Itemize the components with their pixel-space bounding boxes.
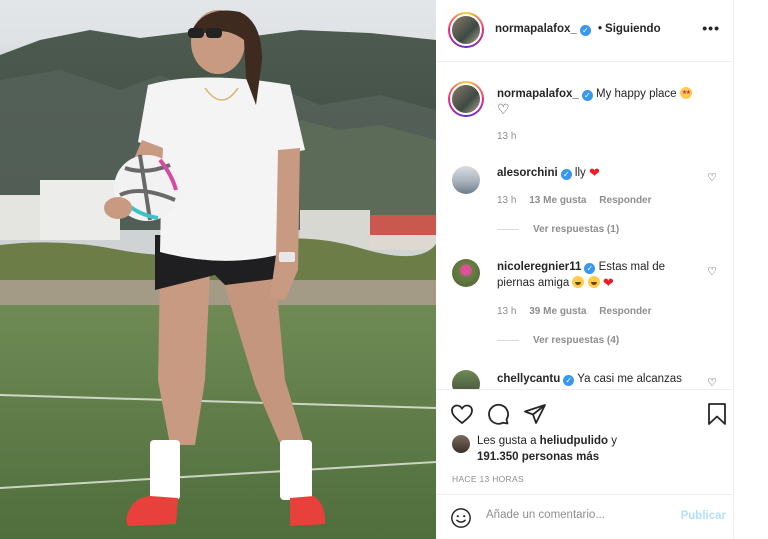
- comment-body: alesorchini ✓ lly ❤: [497, 165, 697, 181]
- verified-badge-icon: ✓: [581, 90, 593, 101]
- caption-time: 13 h: [497, 131, 517, 142]
- verified-badge-icon: ✓: [560, 169, 572, 180]
- comment-text: Ya casi me alcanzas: [577, 373, 682, 385]
- comment-meta: 13 h 13 Me gusta Responder: [497, 195, 662, 206]
- reply-button[interactable]: Responder: [599, 306, 651, 317]
- likes-count[interactable]: 191.350 personas más: [477, 451, 599, 463]
- caption-meta: 13 h: [497, 131, 526, 142]
- reply-button[interactable]: Responder: [599, 195, 651, 206]
- post-photo[interactable]: [0, 0, 436, 539]
- view-replies[interactable]: Ver respuestas (4): [497, 335, 619, 346]
- replies-divider: [497, 339, 519, 341]
- comment-time: 13 h: [497, 195, 517, 206]
- comment-meta: 13 h 39 Me gusta Responder: [497, 306, 662, 317]
- author-avatar[interactable]: [448, 12, 484, 48]
- comment-bubble-icon[interactable]: [486, 402, 510, 426]
- like-comment-heart-icon[interactable]: ♡: [707, 376, 717, 389]
- likes-connector: y: [611, 435, 617, 447]
- view-replies-label[interactable]: Ver respuestas (4): [533, 335, 619, 346]
- page-margin: [734, 0, 768, 539]
- comment-likes[interactable]: 13 Me gusta: [529, 195, 586, 206]
- post-header: normapalafox_ ✓ • Siguiendo •••: [436, 0, 734, 62]
- caption-username[interactable]: normapalafox_: [497, 88, 579, 100]
- follow-status[interactable]: • Siguiendo: [598, 23, 661, 35]
- post-actions: Les gusta a heliudpulido y 191.350 perso…: [436, 389, 734, 493]
- verified-badge-icon: ✓: [584, 263, 596, 274]
- add-comment-bar: Publicar: [436, 494, 734, 539]
- like-heart-icon[interactable]: [450, 402, 474, 426]
- white-heart-emoji-icon: ♡: [497, 101, 510, 117]
- commenter-avatar[interactable]: [452, 370, 480, 389]
- likes-prefix: Les gusta a: [477, 435, 537, 447]
- verified-badge-icon: ✓: [579, 25, 591, 36]
- caption-text: My happy place: [596, 88, 677, 100]
- laughing-emoji-icon: [572, 276, 585, 288]
- comment-username[interactable]: chellycantu: [497, 373, 560, 385]
- caption-author-avatar[interactable]: [448, 81, 484, 117]
- like-comment-heart-icon[interactable]: ♡: [707, 171, 717, 184]
- publish-button[interactable]: Publicar: [681, 510, 726, 522]
- comment-text: lly: [574, 167, 586, 179]
- caption: normapalafox_✓ My happy place ♡: [497, 86, 717, 119]
- more-options-icon[interactable]: •••: [702, 20, 720, 36]
- likes-summary: Les gusta a heliudpulido y 191.350 perso…: [452, 433, 722, 465]
- comment-body: chellycantu ✓ Ya casi me alcanzas: [497, 371, 697, 387]
- red-heart-emoji-icon: ❤: [589, 165, 600, 180]
- star-struck-emoji-icon: [679, 86, 692, 101]
- replies-divider: [497, 228, 519, 230]
- emoji-smiley-icon[interactable]: [450, 507, 472, 529]
- rolling-laughing-emoji-icon: [587, 276, 600, 288]
- separator-dot: •: [598, 23, 603, 35]
- comment-username[interactable]: nicoleregnier11: [497, 261, 581, 273]
- post-time-ago[interactable]: HACE 13 HORAS: [452, 474, 524, 484]
- comment-input[interactable]: [486, 509, 666, 521]
- author-username[interactable]: normapalafox_ ✓: [495, 23, 591, 36]
- liker-avatar[interactable]: [452, 435, 470, 453]
- commenter-avatar[interactable]: [452, 166, 480, 194]
- comment-body: nicoleregnier11 ✓ Estas mal de piernas am…: [497, 259, 697, 291]
- comment-time: 13 h: [497, 306, 517, 317]
- view-replies-label[interactable]: Ver respuestas (1): [533, 224, 619, 235]
- save-bookmark-icon[interactable]: [705, 402, 729, 426]
- author-username-text[interactable]: normapalafox_: [495, 23, 577, 35]
- red-heart-emoji-icon: ❤: [602, 275, 614, 290]
- like-comment-heart-icon[interactable]: ♡: [707, 265, 717, 278]
- follow-status-label[interactable]: Siguiendo: [605, 23, 661, 35]
- comment-username[interactable]: alesorchini: [497, 167, 558, 179]
- comment-likes[interactable]: 39 Me gusta: [529, 306, 586, 317]
- commenter-avatar[interactable]: [452, 259, 480, 287]
- post-details-panel: normapalafox_ ✓ • Siguiendo ••• normapalaf…: [436, 0, 734, 539]
- view-replies[interactable]: Ver respuestas (1): [497, 224, 619, 235]
- liker-username[interactable]: heliudpulido: [540, 435, 608, 447]
- comments-list[interactable]: normapalafox_✓ My happy place ♡ 13 h ale…: [436, 63, 734, 389]
- photo-scene: [0, 10, 436, 539]
- verified-badge-icon: ✓: [563, 375, 575, 386]
- share-paper-plane-icon[interactable]: [523, 402, 547, 426]
